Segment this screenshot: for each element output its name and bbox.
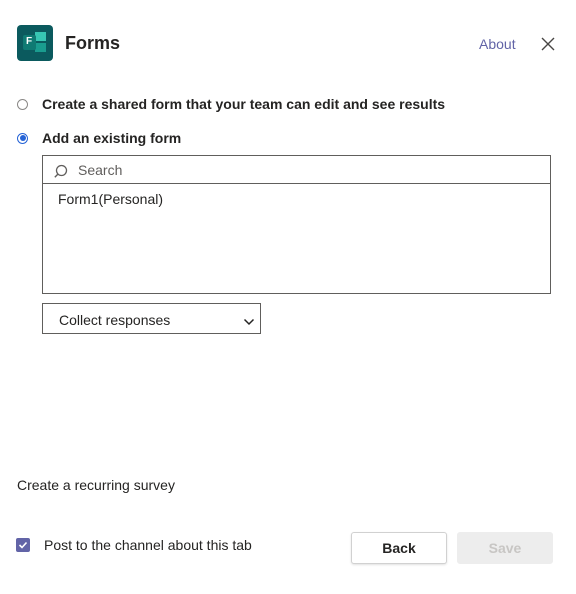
response-mode-select[interactable]: Collect responses xyxy=(42,303,261,334)
forms-tab-config-dialog: F Forms About Create a shared form that … xyxy=(0,0,576,594)
save-button[interactable]: Save xyxy=(457,532,553,564)
radio-add-existing-form[interactable] xyxy=(17,132,28,144)
chevron-down-icon xyxy=(243,314,255,326)
option-add-existing-form[interactable]: Add an existing form xyxy=(17,130,181,146)
about-link[interactable]: About xyxy=(479,36,516,52)
option-create-shared-form[interactable]: Create a shared form that your team can … xyxy=(17,96,445,112)
search-bar xyxy=(43,156,550,184)
search-icon xyxy=(54,164,70,180)
select-value: Collect responses xyxy=(59,312,171,328)
close-icon[interactable] xyxy=(540,36,556,52)
back-button[interactable]: Back xyxy=(351,532,447,564)
app-title: Forms xyxy=(65,33,121,53)
search-input[interactable] xyxy=(78,160,528,180)
radio-create-shared-form[interactable] xyxy=(17,98,28,110)
recurring-survey-label: Create a recurring survey xyxy=(17,477,175,493)
forms-app-icon: F xyxy=(17,25,53,61)
post-to-channel-checkbox[interactable] xyxy=(16,538,30,552)
list-item[interactable]: Form1(Personal) xyxy=(58,191,163,207)
option-existing-label: Add an existing form xyxy=(42,130,182,146)
post-to-channel-label: Post to the channel about this tab xyxy=(44,537,252,553)
option-create-label: Create a shared form that your team can … xyxy=(42,96,446,112)
form-picker-list: Form1(Personal) xyxy=(42,155,551,294)
app-icon-letter: F xyxy=(26,36,33,47)
